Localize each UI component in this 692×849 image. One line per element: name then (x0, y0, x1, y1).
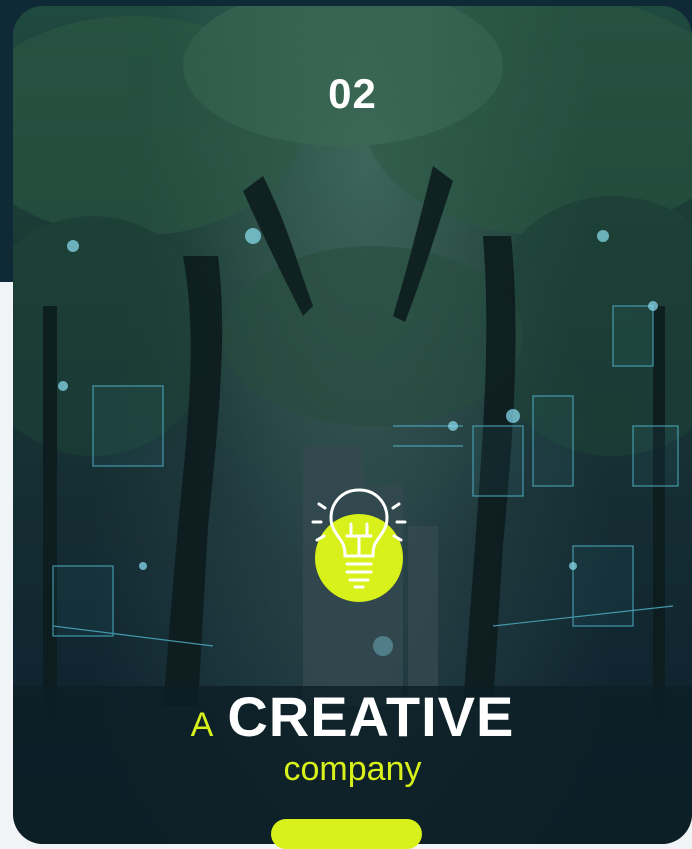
progress-pill-button[interactable] (271, 819, 422, 849)
headline: A CREATIVE (13, 684, 692, 749)
headline-prefix: A (190, 706, 214, 744)
slide-number: 02 (328, 70, 377, 117)
subtitle: company (283, 750, 422, 788)
lightbulb-icon (309, 484, 413, 608)
hero-card: 02 A CREATIVE company (13, 6, 692, 844)
headline-main: CREATIVE (227, 685, 515, 748)
